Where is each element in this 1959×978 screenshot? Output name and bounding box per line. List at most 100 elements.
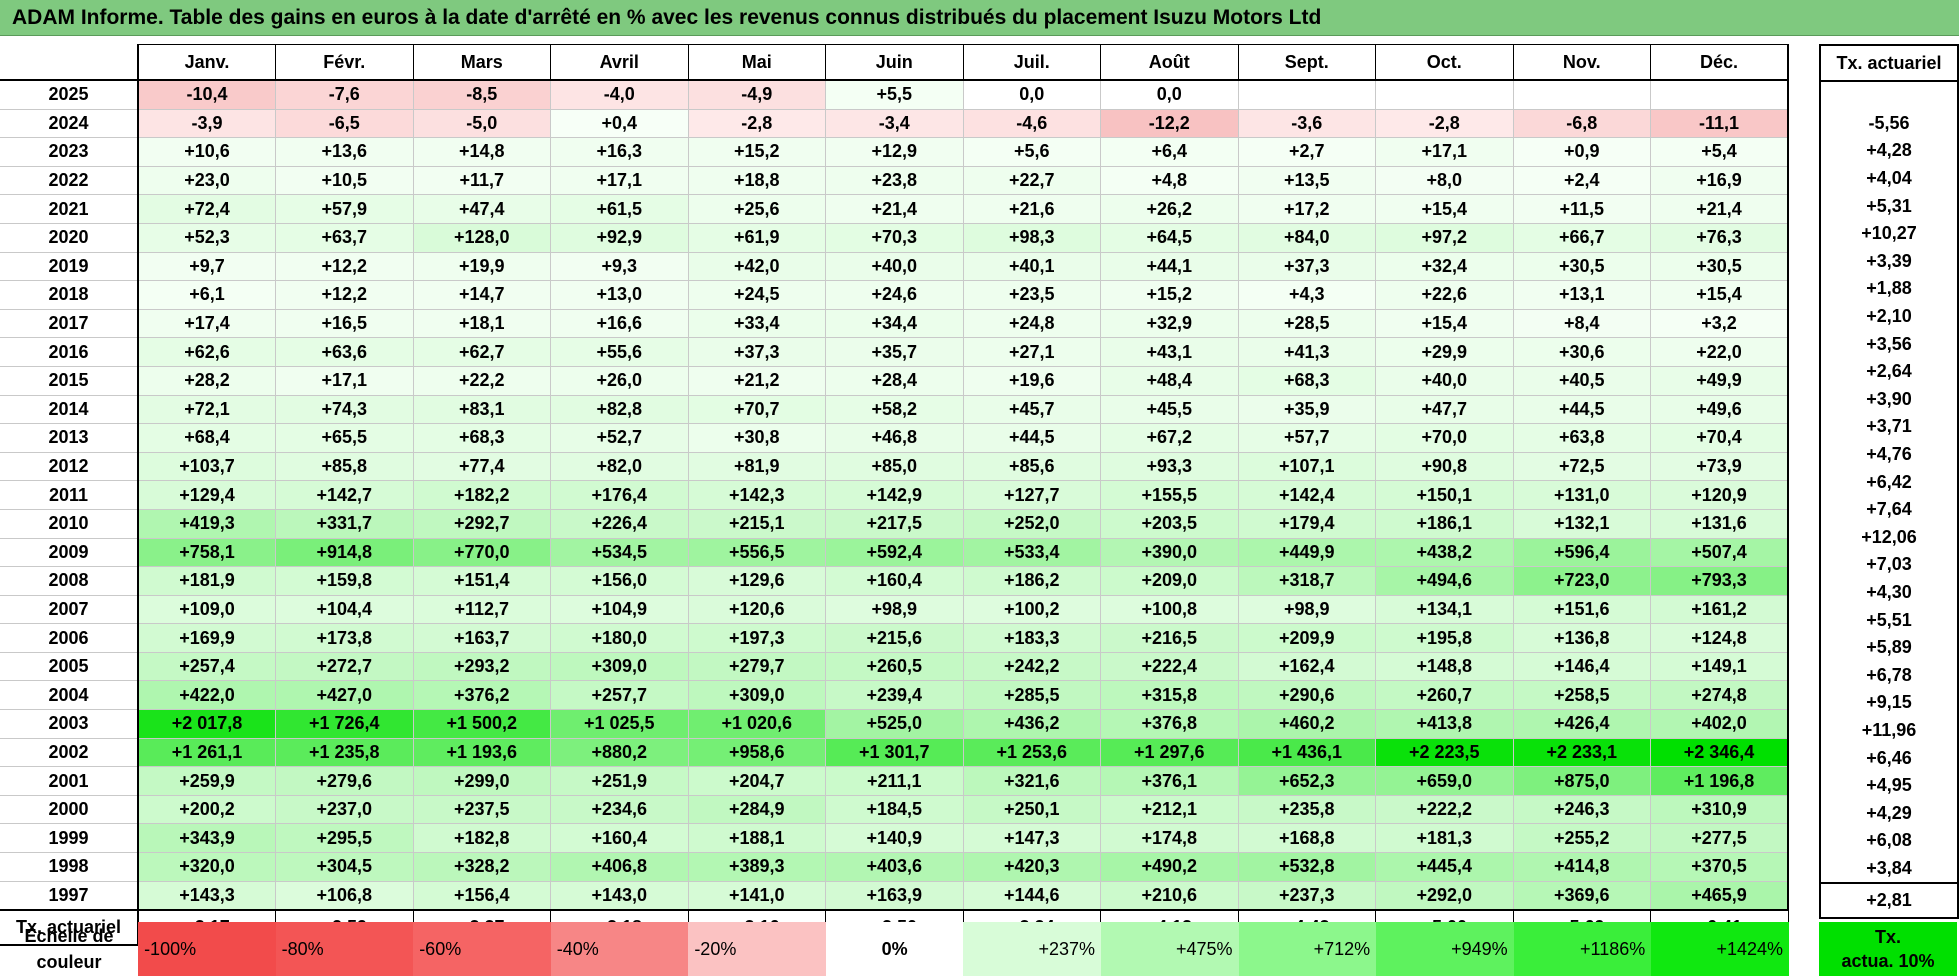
gain-cell: +770,0 [412,538,551,568]
gain-cell: +30,5 [1512,252,1651,282]
gain-cell: +242,2 [962,652,1101,682]
color-scale: Echelle de couleur -100% -80% -60% -40% -20%… [0,922,1789,976]
rate-cell [1819,81,1959,110]
gain-cell: +422,0 [137,680,276,711]
gain-cell: -6,8 [1512,109,1651,139]
gain-cell: +209,0 [1100,566,1238,596]
gain-cell: +28,2 [137,366,276,396]
gain-cell: +13,5 [1237,166,1376,196]
gain-cell: +426,4 [1512,709,1651,739]
rate-header: Tx. actuariel [1819,44,1959,82]
month-header: Janv. [137,44,276,81]
gain-cell: +318,7 [1237,566,1376,596]
gain-cell: +10,6 [137,137,276,167]
month-header: Mars [412,44,551,81]
table-row: 2011 +129,4 +142,7 +182,2 +176,4 +142,3 +142,9… [0,480,1789,510]
gain-cell: +181,9 [137,566,276,596]
rate-cell: +4,28 [1819,137,1959,165]
gain-cell: +37,3 [1237,252,1376,282]
gain-cell: +83,1 [412,395,551,425]
gain-cell: +163,7 [412,623,551,653]
gain-cell: +28,5 [1237,309,1376,339]
month-header: Oct. [1375,44,1514,81]
table-row: 2004 +422,0 +427,0 +376,2 +257,7 +309,0 +239,4… [0,680,1789,711]
gain-cell: +26,0 [550,366,688,396]
gain-cell: +72,5 [1512,452,1651,482]
gain-cell: +436,2 [962,709,1101,739]
gain-cell: +1 025,5 [550,709,688,739]
table-row: 2002 +1 261,1 +1 235,8 +1 193,6 +880,2 +958,6… [0,738,1789,768]
gain-cell [1375,80,1513,110]
gain-cell: +160,4 [550,823,688,854]
rate-cell: +5,51 [1819,606,1959,634]
table-row: 1998 +320,0 +304,5 +328,2 +406,8 +389,3 +403,6… [0,852,1789,882]
gain-cell [1512,80,1651,110]
table-row: 2005 +257,4 +272,7 +293,2 +309,0 +279,7 +260,5… [0,652,1789,682]
gain-cell: +70,4 [1650,423,1789,453]
gain-cell: +76,3 [1650,223,1789,253]
table-row: 2012 +103,7 +85,8 +77,4 +82,0 +81,9 +85,0 +85,6… [0,452,1789,482]
gain-cell: +284,9 [687,795,826,825]
gain-cell: +62,7 [412,337,551,367]
gain-cell: +310,9 [1650,795,1789,825]
year-label: 2009 [0,538,139,568]
gain-cell: +420,3 [962,852,1101,882]
year-label: 2024 [0,109,139,139]
gain-cell: +210,6 [1100,881,1238,912]
gain-cell: +57,7 [1237,423,1376,453]
gain-cell: +26,2 [1100,194,1238,224]
gain-cell: +103,7 [137,452,276,482]
gain-cell: +12,9 [825,137,963,167]
gain-cell: +390,0 [1100,538,1238,568]
color-scale-step: +475% [1101,922,1239,976]
gain-cell: +40,1 [962,252,1101,282]
gain-cell: -10,4 [137,80,276,110]
gain-cell: +215,1 [687,509,826,539]
gain-cell: +237,5 [412,795,551,825]
gain-cell: +592,4 [825,538,963,568]
year-label: 2013 [0,423,139,453]
gain-cell: +68,4 [137,423,276,453]
gain-cell: +2,7 [1237,137,1376,167]
year-label: 2019 [0,252,139,282]
gain-cell: +62,6 [137,337,276,367]
gain-cell: +40,0 [825,252,963,282]
gain-cell: +70,0 [1375,423,1513,453]
gain-cell: +237,3 [1237,881,1376,912]
gain-cell: +958,6 [687,738,826,768]
year-label: 2004 [0,680,139,711]
gain-cell: +61,5 [550,194,688,224]
gain-cell: +14,7 [412,280,551,310]
table-row: 2003 +2 017,8 +1 726,4 +1 500,2 +1 025,5 +1 0… [0,709,1789,739]
year-label: 2001 [0,766,139,796]
gain-cell: 0,0 [1100,80,1238,110]
gain-cell: +156,4 [412,881,551,912]
gain-cell: +222,4 [1100,652,1238,682]
gain-cell: +15,4 [1650,280,1789,310]
rate-cell: +5,31 [1819,192,1959,220]
rate-cell: +4,95 [1819,771,1959,800]
gain-cell: +15,4 [1375,309,1513,339]
actuarial-rate-table: Tx. actuariel -5,56 +4,28 +4,04 +5,31 +10,27… [1819,44,1959,920]
gain-cell: +32,4 [1375,252,1513,282]
rate-cell: +5,89 [1819,633,1959,662]
year-label: 2000 [0,795,139,825]
gain-cell: +66,7 [1512,223,1651,253]
gain-cell: +106,8 [275,881,413,912]
gain-cell: +93,3 [1100,452,1238,482]
gain-cell: -6,5 [275,109,413,139]
month-header: Févr. [275,44,414,81]
table-row: 2000 +200,2 +237,0 +237,5 +234,6 +284,9 +184,5… [0,795,1789,825]
color-scale-step: -80% [275,922,414,976]
rate-cell: +10,27 [1819,219,1959,248]
gain-cell: -3,6 [1237,109,1376,139]
gain-cell: +533,4 [962,538,1101,568]
table-row: 2020 +52,3 +63,7 +128,0 +92,9 +61,9 +70,3 +98,3… [0,223,1789,253]
gain-cell: +1 235,8 [275,738,413,768]
gain-cell: +292,7 [412,509,551,539]
gain-cell: +875,0 [1512,766,1651,796]
table-row: 2015 +28,2 +17,1 +22,2 +26,0 +21,2 +28,4 +19,6 +… [0,366,1789,396]
year-label: 2018 [0,280,139,310]
gain-cell: +32,9 [1100,309,1238,339]
gain-cell: +10,5 [275,166,413,196]
